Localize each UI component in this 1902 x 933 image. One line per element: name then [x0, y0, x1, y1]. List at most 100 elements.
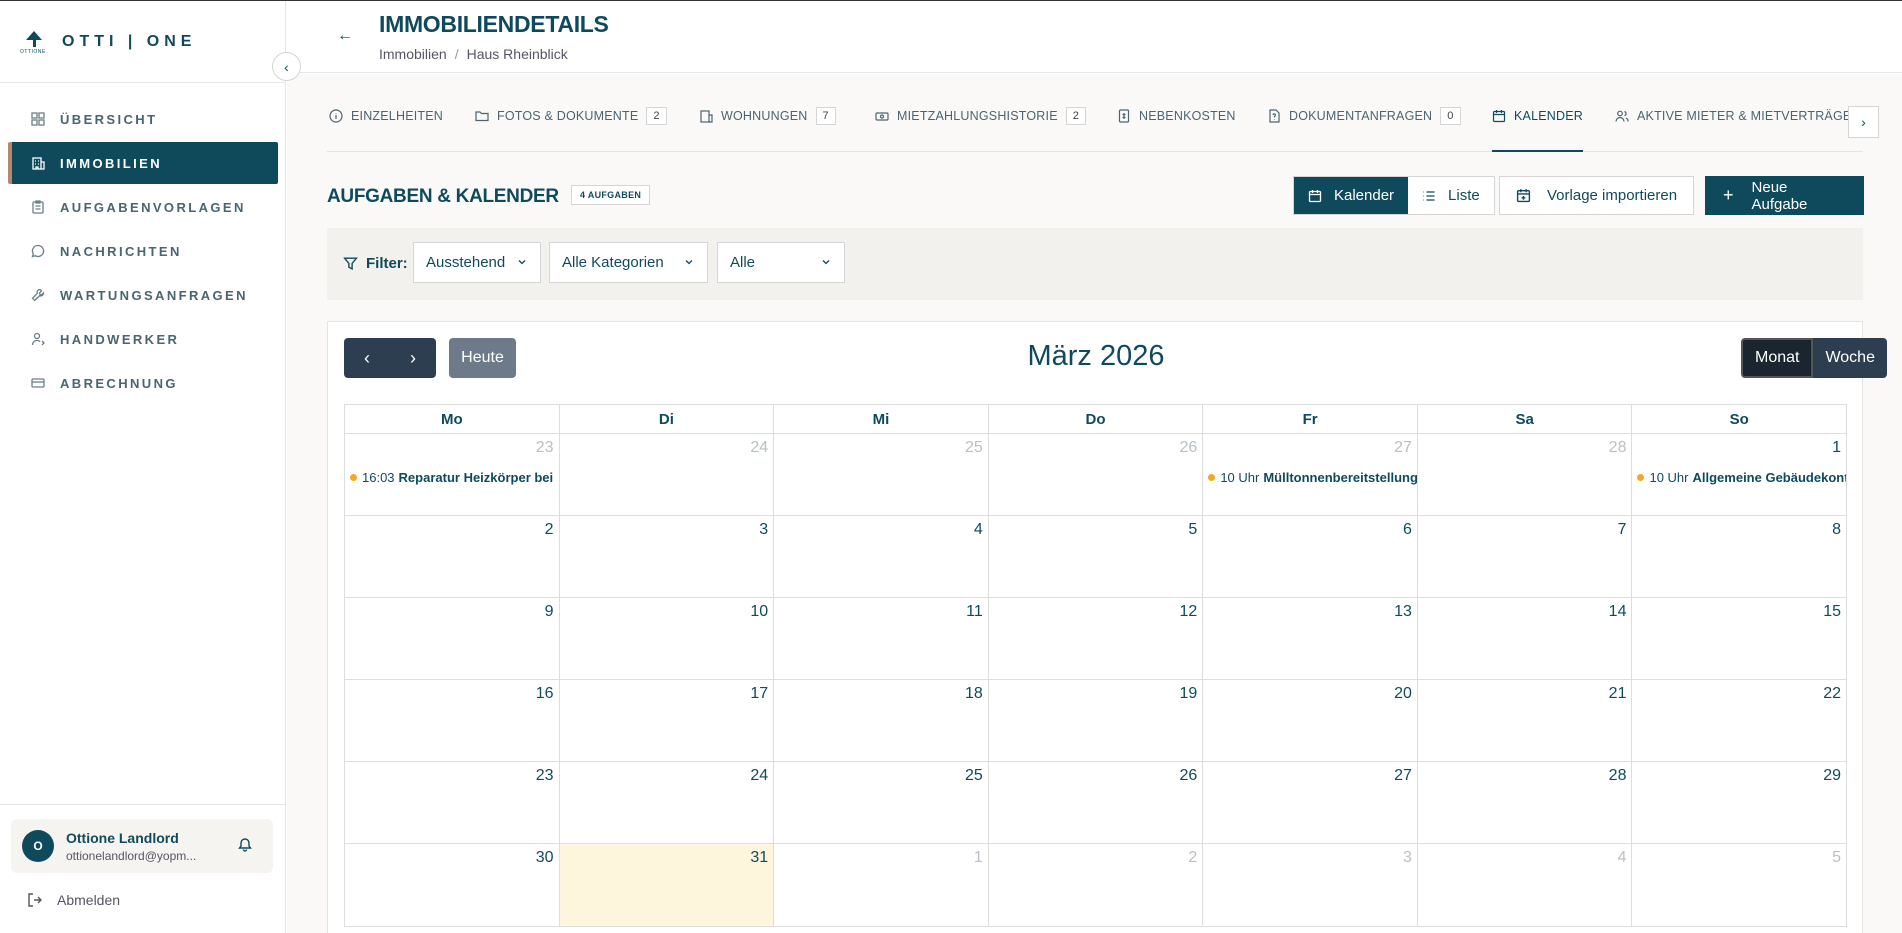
calendar-day[interactable]: 22 — [1632, 680, 1846, 761]
tab-aktive-mieter[interactable]: AKTIVE MIETER & MIETVERTRÄGE — [1615, 109, 1851, 152]
calendar-day[interactable]: 13 — [1203, 598, 1418, 679]
tab-einzelheiten[interactable]: EINZELHEITEN — [329, 109, 443, 152]
calendar-day[interactable]: 14 — [1418, 598, 1633, 679]
calendar-day[interactable]: 12 — [989, 598, 1204, 679]
tab-badge: 2 — [646, 107, 667, 125]
import-template-button[interactable]: Vorlage importieren — [1499, 176, 1695, 215]
tab-dokumentanfragen[interactable]: DOKUMENTANFRAGEN 0 — [1267, 107, 1461, 152]
day-number: 25 — [964, 439, 983, 456]
calendar-day[interactable]: 25 — [774, 762, 989, 843]
calendar-day[interactable]: 11 — [774, 598, 989, 679]
calendar-week-row: 30 31 1 2 3 4 5 — [345, 844, 1846, 926]
calendar-day[interactable]: 26 — [989, 434, 1204, 515]
sidebar-item-uebersicht[interactable]: ÜBERSICHT — [8, 98, 278, 140]
calendar-day[interactable]: 5 — [989, 516, 1204, 597]
filter-icon — [343, 257, 358, 270]
calendar-day[interactable]: 17 — [560, 680, 775, 761]
calendar-day[interactable]: 2 — [989, 844, 1204, 926]
calendar-day[interactable]: 7 — [1418, 516, 1633, 597]
user-card[interactable]: O Ottione Landlord ottionelandlord@yopm.… — [11, 819, 273, 873]
tab-label: KALENDER — [1514, 109, 1583, 123]
sidebar-item-abrechnung[interactable]: ABRECHNUNG — [8, 362, 278, 404]
user-email: ottionelandlord@yopm... — [66, 848, 197, 863]
calendar-day[interactable]: 23 16:03 Reparatur Heizkörper bei — [345, 434, 560, 515]
calendar-day[interactable]: 23 — [345, 762, 560, 843]
logout-label: Abmelden — [57, 892, 121, 908]
calendar-day[interactable]: 8 — [1632, 516, 1846, 597]
calendar-day[interactable]: 24 — [560, 434, 775, 515]
calendar-event[interactable]: 16:03 Reparatur Heizkörper bei — [350, 470, 553, 485]
tab-mietzahlungshistorie[interactable]: MIETZAHLUNGSHISTORIE 2 — [875, 107, 1087, 152]
calendar-view-button[interactable]: Kalender — [1294, 177, 1409, 214]
calendar-day[interactable]: 6 — [1203, 516, 1418, 597]
weekday-header: Mo Di Mi Do Fr Sa So — [345, 405, 1846, 434]
calendar-day[interactable]: 1 10 UhrAllgemeine Gebäudekontrolle — [1632, 434, 1846, 515]
calendar-day[interactable]: 20 — [1203, 680, 1418, 761]
calendar-day[interactable]: 4 — [1418, 844, 1633, 926]
sidebar-nav: ÜBERSICHT IMMOBILIEN AUFGABENVORLAGEN NA… — [8, 98, 278, 406]
tab-wohnungen[interactable]: WOHNUNGEN 7 — [699, 107, 836, 152]
status-filter-select[interactable]: Ausstehend — [413, 242, 541, 283]
day-number: 26 — [1179, 767, 1198, 784]
sidebar-item-aufgabenvorlagen[interactable]: AUFGABENVORLAGEN — [8, 186, 278, 228]
category-filter-select[interactable]: Alle Kategorien — [549, 242, 708, 283]
filter-bar: Filter: Ausstehend Alle Kategorien Alle — [327, 228, 1863, 300]
calendar-day[interactable]: 30 — [345, 844, 560, 926]
calendar-day[interactable]: 10 — [560, 598, 775, 679]
calendar-event[interactable]: 10 UhrAllgemeine Gebäudekontrolle — [1637, 470, 1846, 485]
page-title: IMMOBILIENDETAILS — [379, 11, 609, 37]
calendar-day[interactable]: 4 — [774, 516, 989, 597]
day-number: 20 — [1394, 685, 1412, 702]
calendar-day[interactable]: 28 — [1418, 762, 1633, 843]
calendar-day[interactable]: 24 — [560, 762, 775, 843]
calendar-day[interactable]: 29 — [1632, 762, 1846, 843]
chevron-left-icon: ‹ — [284, 58, 289, 75]
sidebar-item-immobilien[interactable]: IMMOBILIEN — [8, 142, 278, 184]
calendar-day[interactable]: 26 — [989, 762, 1204, 843]
brand-logo[interactable]: OTTIONE OTTI | ONE — [20, 27, 196, 57]
sidebar-item-handwerker[interactable]: HANDWERKER — [8, 318, 278, 360]
calendar-weeks: 23 16:03 Reparatur Heizkörper bei 24 25 26 27 1… — [345, 434, 1846, 926]
calendar-day[interactable]: 3 — [560, 516, 775, 597]
calendar-day[interactable]: 21 — [1418, 680, 1633, 761]
calendar-event[interactable]: 10 Uhr Mülltonnenbereitstellung — [1208, 470, 1417, 485]
calendar-day[interactable]: 9 — [345, 598, 560, 679]
calendar-day[interactable]: 27 — [1203, 762, 1418, 843]
tab-fotos-dokumente[interactable]: FOTOS & DOKUMENTE 2 — [475, 107, 667, 152]
calendar-day[interactable]: 19 — [989, 680, 1204, 761]
bell-icon[interactable] — [237, 836, 253, 857]
tab-kalender[interactable]: KALENDER — [1492, 109, 1583, 152]
sidebar-item-nachrichten[interactable]: NACHRICHTEN — [8, 230, 278, 272]
tab-label: NEBENKOSTEN — [1139, 109, 1236, 123]
breadcrumb-item[interactable]: Immobilien — [379, 46, 447, 62]
divider — [0, 82, 286, 83]
calendar-day[interactable]: 18 — [774, 680, 989, 761]
select-value: Alle — [730, 254, 756, 271]
calendar-day[interactable]: 25 — [774, 434, 989, 515]
calendar-day[interactable]: 1 — [774, 844, 989, 926]
new-task-button[interactable]: + Neue Aufgabe — [1705, 176, 1864, 215]
collapse-sidebar-button[interactable]: ‹ — [272, 52, 301, 81]
calendar-day-today[interactable]: 31 — [559, 844, 775, 926]
tab-label: FOTOS & DOKUMENTE — [497, 109, 639, 123]
back-arrow-icon[interactable]: ← — [337, 27, 353, 45]
assignee-filter-select[interactable]: Alle — [717, 242, 845, 283]
tab-scroll-right-button[interactable]: › — [1848, 106, 1879, 138]
users-icon — [1615, 110, 1629, 122]
day-number: 10 — [750, 603, 769, 620]
calendar-day[interactable]: 27 10 Uhr Mülltonnenbereitstellung — [1203, 434, 1418, 515]
calendar-day[interactable]: 2 — [345, 516, 560, 597]
month-view-button[interactable]: Monat — [1741, 338, 1814, 378]
user-name: Ottione Landlord — [66, 829, 179, 846]
calendar-day[interactable]: 15 — [1632, 598, 1846, 679]
calendar-day[interactable]: 28 — [1418, 434, 1633, 515]
weekday-label: Fr — [1203, 405, 1418, 433]
calendar-day[interactable]: 5 — [1632, 844, 1846, 926]
logout-button[interactable]: Abmelden — [27, 892, 120, 908]
tab-nebenkosten[interactable]: NEBENKOSTEN — [1117, 109, 1236, 152]
calendar-day[interactable]: 3 — [1203, 844, 1418, 926]
sidebar-item-wartungsanfragen[interactable]: WARTUNGSANFRAGEN — [8, 274, 278, 316]
week-view-button[interactable]: Woche — [1813, 338, 1887, 378]
list-view-button[interactable]: Liste — [1408, 177, 1494, 214]
calendar-day[interactable]: 16 — [345, 680, 560, 761]
